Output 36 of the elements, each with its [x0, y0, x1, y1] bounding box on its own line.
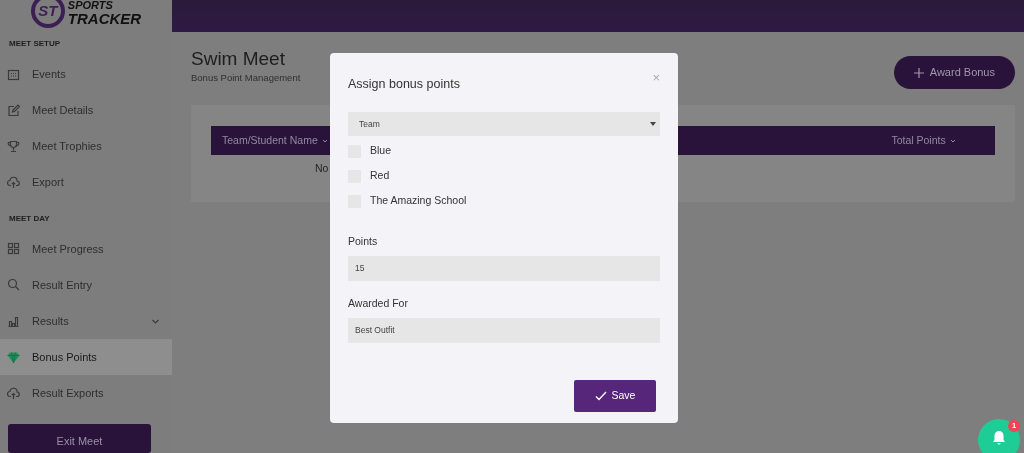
sidebar-item[interactable]: Result Exports [0, 375, 172, 412]
field-label: Points [348, 234, 379, 249]
page-title: Swim Meet [191, 48, 286, 71]
dialog-title: Assign bonus points [348, 76, 460, 93]
save-button[interactable]: Save [574, 380, 656, 412]
sidebar-item[interactable]: Meet Trophies [0, 128, 172, 165]
bell-icon [992, 430, 1006, 446]
input-field[interactable]: 15 [348, 255, 660, 281]
notification-button[interactable] [978, 419, 1020, 453]
section-heading: MEET SETUP [8, 38, 62, 50]
column-header[interactable]: Team/Student Name [222, 133, 329, 146]
empty-message: No [315, 161, 329, 176]
bar-chart-icon [7, 314, 20, 328]
checkbox-label: Blue [370, 143, 391, 159]
logo-text: TRACKER [67, 11, 142, 26]
checkbox-label: Red [370, 168, 390, 184]
check-icon [594, 391, 607, 401]
sidebar-item[interactable]: Meet Progress [0, 230, 172, 267]
input-field[interactable]: Best Outfit [348, 317, 660, 343]
sidebar-item[interactable]: Events [0, 56, 172, 93]
column-header[interactable]: Total Points [891, 133, 957, 146]
sidebar-item[interactable]: Result Entry [0, 266, 172, 304]
plus-icon [913, 67, 924, 78]
team-select[interactable]: Team [348, 112, 660, 136]
sidebar-item[interactable]: Bonus Points [0, 339, 172, 376]
award-bonus-button[interactable]: Award Bonus [893, 56, 1015, 89]
sidebar-item[interactable]: Results [0, 303, 172, 340]
logo-text: SPORTS [67, 0, 114, 11]
sidebar-item[interactable]: Meet Details [0, 92, 172, 129]
section-heading: MEET DAY [8, 212, 51, 225]
sidebar-item[interactable]: Export [0, 164, 172, 201]
page-subtitle: Bonus Point Management [191, 70, 301, 85]
logo-mark: ST [30, 0, 65, 28]
field-label: Awarded For [348, 295, 409, 311]
checkbox-label: The Amazing School [370, 193, 467, 209]
exit-button[interactable]: Exit Meet [8, 423, 151, 453]
